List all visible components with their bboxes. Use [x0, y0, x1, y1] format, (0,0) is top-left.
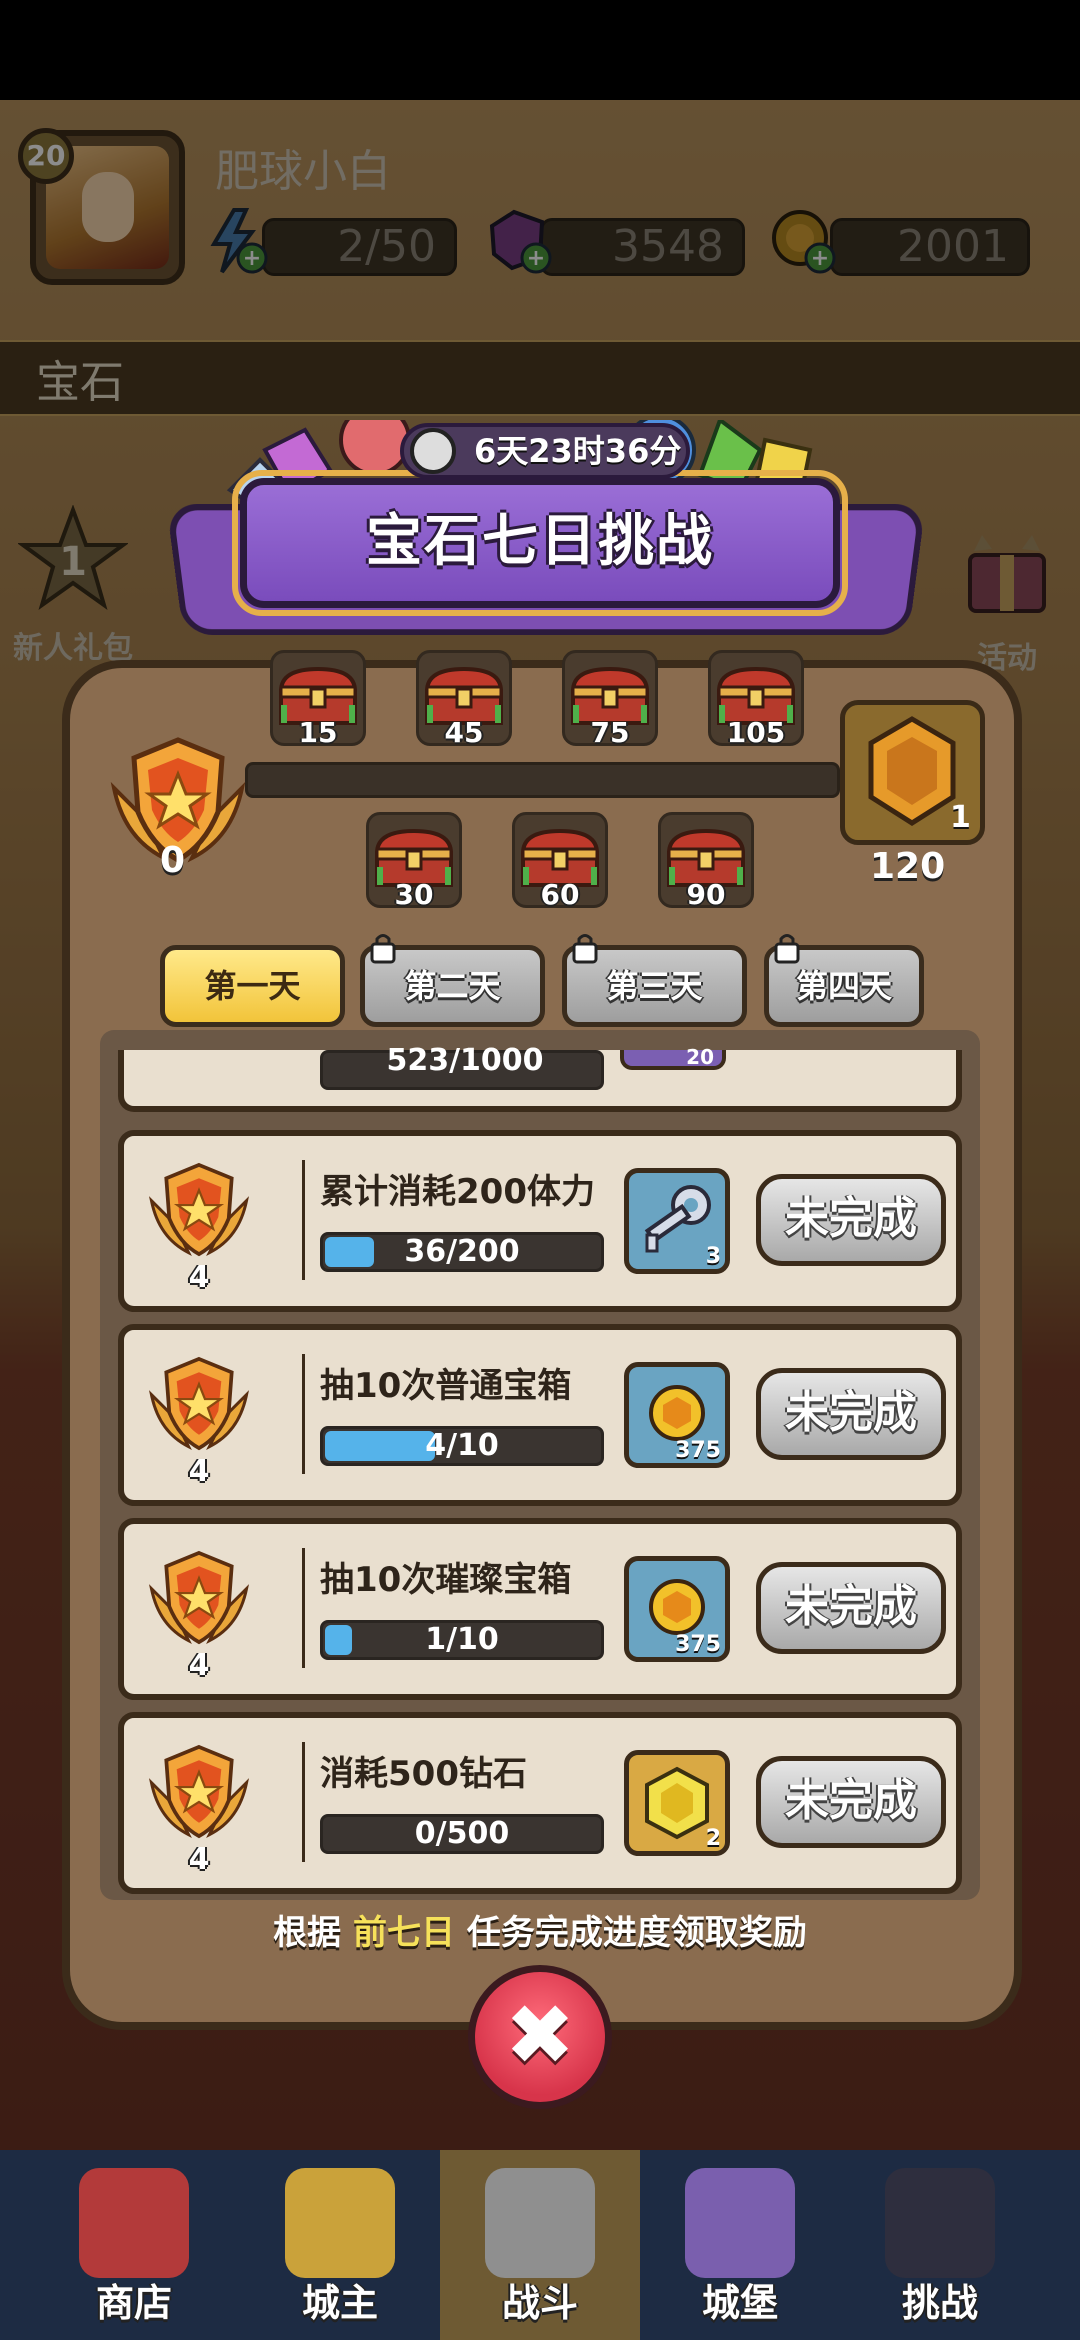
footer-note: 根据 前七日 任务完成进度领取奖励	[273, 1913, 807, 1953]
milestone-progress-track	[245, 762, 840, 798]
task-progress-text: 36/200	[404, 1234, 520, 1269]
task-reward-box[interactable]: 3	[624, 1168, 730, 1274]
progress-current: 0	[160, 840, 186, 881]
task-progress-text: 1/10	[425, 1622, 499, 1657]
task-reward-box[interactable]: 375	[624, 1556, 730, 1662]
task-status-button[interactable]: 未完成	[756, 1174, 946, 1266]
medal-level: 4	[188, 1842, 210, 1877]
medal-level: 4	[188, 1648, 210, 1683]
medal-level: 4	[188, 1454, 210, 1489]
nav-tab-shop[interactable]: 商店	[34, 2150, 234, 2340]
nav-label: 城堡	[701, 2281, 778, 2325]
task-card: 4 抽10次普通宝箱 4/10 375 未完成	[118, 1324, 962, 1506]
task-progress-text: 0/500	[414, 1816, 510, 1851]
milestone-threshold: 45	[444, 716, 484, 749]
task-status-button[interactable]: 未完成	[756, 1756, 946, 1848]
medal-icon	[149, 1356, 249, 1451]
close-icon[interactable]: ✖	[468, 1965, 612, 2109]
task-reward-count: 375	[675, 1438, 721, 1463]
task-title: 消耗500钻石	[320, 1754, 527, 1794]
nav-tab-challenge[interactable]: 挑战	[840, 2150, 1040, 2340]
task-title: 累计消耗200体力	[320, 1172, 595, 1212]
task-title: 抽10次璀璨宝箱	[320, 1560, 572, 1600]
partial-task-progress: 523/1000	[386, 1043, 544, 1078]
clock-icon	[410, 428, 456, 474]
task-title: 抽10次普通宝箱	[320, 1366, 572, 1406]
footer-highlight: 前七日	[353, 1913, 455, 1953]
dialog-title: 宝石七日挑战	[366, 509, 714, 574]
nav-tab-crown[interactable]: 城主	[240, 2150, 440, 2340]
castle-icon	[685, 2168, 795, 2278]
partial-task-reward: 20	[620, 1047, 726, 1070]
medal-icon	[149, 1744, 249, 1839]
nav-label: 城主	[301, 2281, 378, 2325]
task-reward-box[interactable]: 2	[624, 1750, 730, 1856]
lock-icon	[370, 934, 396, 964]
challenge-icon	[885, 2168, 995, 2278]
nav-label: 商店	[95, 2281, 172, 2325]
nav-tab-castle[interactable]: 城堡	[640, 2150, 840, 2340]
task-progress-bar: 36/200	[320, 1232, 604, 1272]
milestone-threshold: 75	[590, 716, 630, 749]
progress-max: 120	[870, 846, 946, 887]
milestone-threshold: 60	[540, 878, 580, 911]
milestone-threshold: 15	[298, 716, 338, 749]
nav-label: 战斗	[501, 2281, 578, 2325]
task-progress-text: 4/10	[425, 1428, 499, 1463]
nav-label: 挑战	[901, 2281, 978, 2325]
milestone-threshold: 90	[686, 878, 726, 911]
task-card: 4 消耗500钻石 0/500 2 未完成	[118, 1712, 962, 1894]
crown-icon	[285, 2168, 395, 2278]
milestone-threshold: 30	[394, 878, 434, 911]
tab-day-1[interactable]: 第一天	[160, 945, 345, 1027]
task-progress-bar: 0/500	[320, 1814, 604, 1854]
final-reward-count: 1	[950, 800, 971, 835]
task-reward-count: 2	[705, 1826, 721, 1851]
task-progress-bar: 4/10	[320, 1426, 604, 1466]
task-status-button[interactable]: 未完成	[756, 1368, 946, 1460]
milestone-threshold: 105	[726, 716, 786, 749]
nav-tab-swords[interactable]: 战斗	[440, 2150, 640, 2340]
lock-icon	[774, 934, 800, 964]
medal-level: 4	[188, 1260, 210, 1295]
shop-icon	[79, 2168, 189, 2278]
task-reward-count: 3	[705, 1244, 721, 1269]
task-reward-box[interactable]: 375	[624, 1362, 730, 1468]
task-card: 4 抽10次璀璨宝箱 1/10 375 未完成	[118, 1518, 962, 1700]
task-reward-count: 375	[675, 1632, 721, 1657]
task-card: 4 累计消耗200体力 36/200 3 未完成	[118, 1130, 962, 1312]
medal-icon	[149, 1162, 249, 1257]
task-status-button[interactable]: 未完成	[756, 1562, 946, 1654]
task-card-partial: 523/1000 20	[118, 1043, 962, 1112]
task-progress-bar: 1/10	[320, 1620, 604, 1660]
swords-icon	[485, 2168, 595, 2278]
lock-icon	[572, 934, 598, 964]
medal-icon	[149, 1550, 249, 1645]
